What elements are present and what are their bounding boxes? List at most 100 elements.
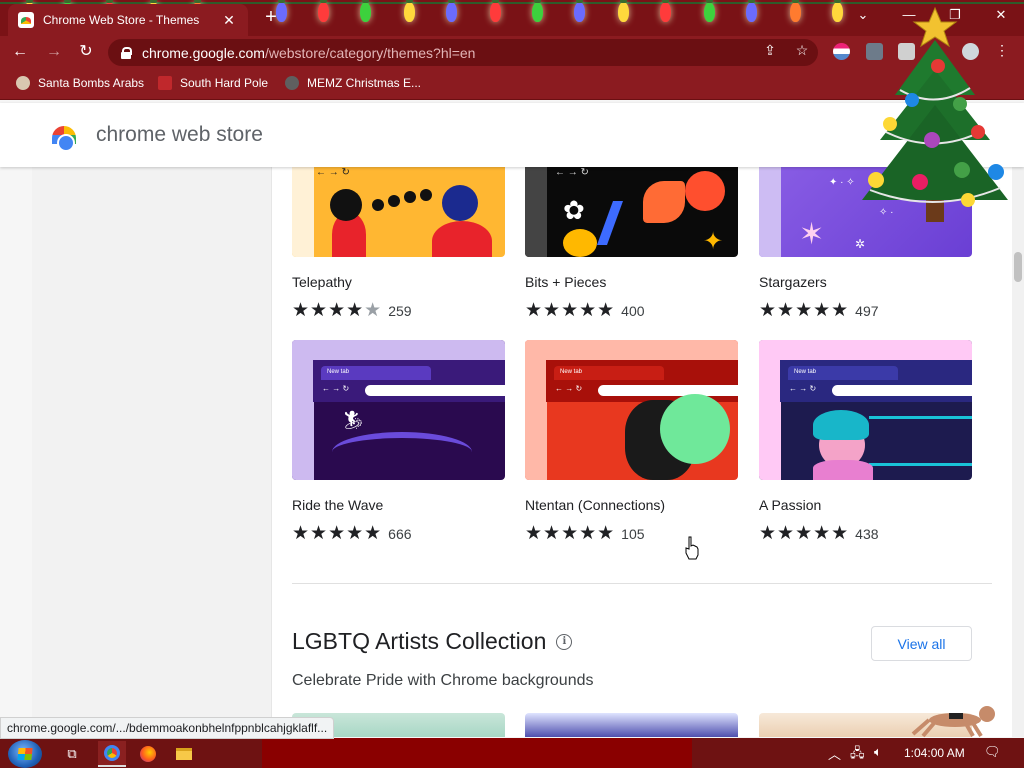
tray-volume-icon[interactable]: 🔈︎: [874, 744, 882, 760]
bookmark-item[interactable]: MEMZ Christmas E...: [285, 76, 421, 90]
theme-card[interactable]: New tab ← → ↻: [759, 340, 972, 480]
rating-stars-icon: ★★★★★: [759, 523, 850, 544]
theme-name[interactable]: Stargazers: [759, 274, 827, 290]
task-view-icon[interactable]: ⧉: [58, 741, 86, 767]
theme-thumbnail[interactable]: New tab ← → ↻: [759, 340, 972, 480]
rating-count: 105: [621, 525, 645, 542]
bookmark-star-icon[interactable]: ☆: [792, 40, 812, 60]
hand-cursor-icon: [685, 536, 699, 560]
bookmark-label: MEMZ Christmas E...: [307, 76, 422, 90]
theme-rating: ★★★★★ 666: [292, 522, 412, 545]
view-all-button[interactable]: View all: [871, 626, 972, 661]
info-icon[interactable]: i: [556, 633, 573, 650]
extension-flag-icon[interactable]: [833, 43, 850, 60]
bookmark-user-icon: [16, 76, 30, 90]
rating-stars-icon: ★★★★★: [292, 523, 383, 544]
rating-count: 666: [388, 525, 412, 542]
rating-count: 259: [388, 302, 412, 319]
share-icon[interactable]: ⇪: [760, 40, 780, 60]
forward-arrow-icon[interactable]: →: [42, 40, 66, 64]
theme-rating: ★★★★★ 259: [292, 299, 412, 322]
rating-stars-icon: ★★★★★: [525, 300, 616, 321]
category-sidebar: [32, 167, 272, 722]
light-bulb: [790, 0, 801, 22]
light-bulb: [746, 0, 757, 22]
rating-count: 400: [621, 302, 645, 319]
theme-name[interactable]: Bits + Pieces: [525, 274, 606, 290]
mini-tab-label: New tab: [321, 366, 431, 380]
bookmark-item[interactable]: Santa Bombs Arabs: [16, 76, 144, 90]
theme-rating: ★★★★★ 497: [759, 299, 879, 322]
light-bulb: [360, 0, 371, 22]
link-status-bar: chrome.google.com/.../bdemmoakonbhelnfpp…: [0, 717, 335, 739]
collection-title-text: LGBTQ Artists Collection: [292, 628, 547, 654]
address-bar[interactable]: chrome.google.com /webstore/category/the…: [108, 39, 818, 66]
rating-count: 438: [855, 525, 879, 542]
theme-thumbnail[interactable]: ← → ↻: [292, 167, 505, 257]
url-host: chrome.google.com: [142, 44, 265, 61]
section-divider: [292, 583, 992, 584]
start-button-icon[interactable]: [8, 740, 42, 768]
url-path: /webstore/category/themes?hl=en: [264, 44, 476, 61]
bookmark-item[interactable]: South Hard Pole: [158, 76, 268, 90]
rating-count: 497: [855, 302, 879, 319]
light-bulb: [490, 0, 501, 22]
theme-thumbnail[interactable]: New tab ← → ↻: [525, 340, 738, 480]
theme-thumbnail[interactable]: ← → ↻ ✿ ✦: [525, 167, 738, 257]
light-bulb: [618, 0, 629, 22]
collection-subtitle: Celebrate Pride with Chrome backgrounds: [292, 672, 594, 689]
bookmark-label: Santa Bombs Arabs: [38, 76, 145, 90]
webstore-title[interactable]: chrome web store: [96, 123, 263, 147]
theme-thumbnail[interactable]: New tab ← → ↻ 🏄︎: [292, 340, 505, 480]
webstore-logo-icon[interactable]: [51, 122, 77, 152]
new-tab-button[interactable]: +: [260, 6, 282, 28]
theme-name[interactable]: Ntentan (Connections): [525, 497, 665, 513]
taskbar-wallpaper-area: [262, 738, 692, 768]
collection-title: LGBTQ Artists Collection i: [292, 628, 573, 655]
theme-rating: ★★★★★ 105: [525, 522, 645, 545]
bookmark-globe-icon: [285, 76, 299, 90]
taskbar-chrome-icon[interactable]: [98, 741, 126, 767]
tray-network-icon[interactable]: 🖧︎: [850, 744, 865, 766]
theme-rating: ★★★★★ 438: [759, 522, 879, 545]
tab-title: Chrome Web Store - Themes: [43, 13, 200, 27]
lock-icon: [120, 46, 132, 59]
tray-clock[interactable]: 1:04:00 AM: [904, 746, 965, 760]
theme-card[interactable]: New tab ← → ↻: [525, 340, 738, 480]
reload-icon[interactable]: ↻: [74, 40, 98, 64]
desktop-figure-overlay-icon: [911, 706, 995, 738]
browser-tab-active[interactable]: Chrome Web Store - Themes ✕: [8, 4, 248, 36]
light-bulb: [318, 0, 329, 22]
tray-overflow-chevron-icon[interactable]: ︿: [828, 744, 841, 763]
light-bulb: [574, 0, 585, 22]
light-bulb: [446, 0, 457, 22]
windows-taskbar: ⧉ ︿ 🖧︎ 🔈︎ 1:04:00 AM 🗨︎: [0, 738, 1024, 768]
themes-content: ← → ↻ ← → ↻ ✿ ✦ ✶ ✦ · ✧ ✧ · ✲ Telepathy …: [272, 167, 1012, 737]
taskbar-file-explorer-icon[interactable]: [170, 741, 198, 767]
theme-name[interactable]: Telepathy: [292, 274, 352, 290]
scrollbar-thumb[interactable]: [1014, 252, 1022, 282]
theme-name[interactable]: Ride the Wave: [292, 497, 383, 513]
rating-stars-icon: ★★★★★: [525, 523, 616, 544]
page-scrollbar[interactable]: [1012, 167, 1024, 737]
back-arrow-icon[interactable]: ←: [8, 40, 32, 64]
rating-stars-icon: ★★★★★: [292, 300, 383, 321]
theme-card[interactable]: New tab ← → ↻ 🏄︎: [292, 340, 505, 480]
light-bulb: [404, 0, 415, 22]
mini-tab-label: New tab: [788, 366, 898, 380]
taskbar-firefox-icon[interactable]: [134, 741, 162, 767]
theme-name[interactable]: A Passion: [759, 497, 821, 513]
christmas-tree-overlay-icon: [862, 6, 1008, 222]
theme-rating: ★★★★★ 400: [525, 299, 645, 322]
rating-stars-icon: ★★★★★: [759, 300, 850, 321]
theme-thumbnail[interactable]: [525, 713, 738, 737]
light-bulb: [532, 0, 543, 22]
action-center-icon[interactable]: 🗨︎: [984, 744, 1001, 760]
bookmark-snowflake-icon: [158, 76, 172, 90]
webstore-favicon-icon: [18, 12, 34, 28]
tab-close-icon[interactable]: ✕: [220, 12, 238, 29]
bookmark-label: South Hard Pole: [180, 76, 269, 90]
mini-tab-label: New tab: [554, 366, 664, 380]
light-bulb: [704, 0, 715, 22]
light-bulb: [660, 0, 671, 22]
